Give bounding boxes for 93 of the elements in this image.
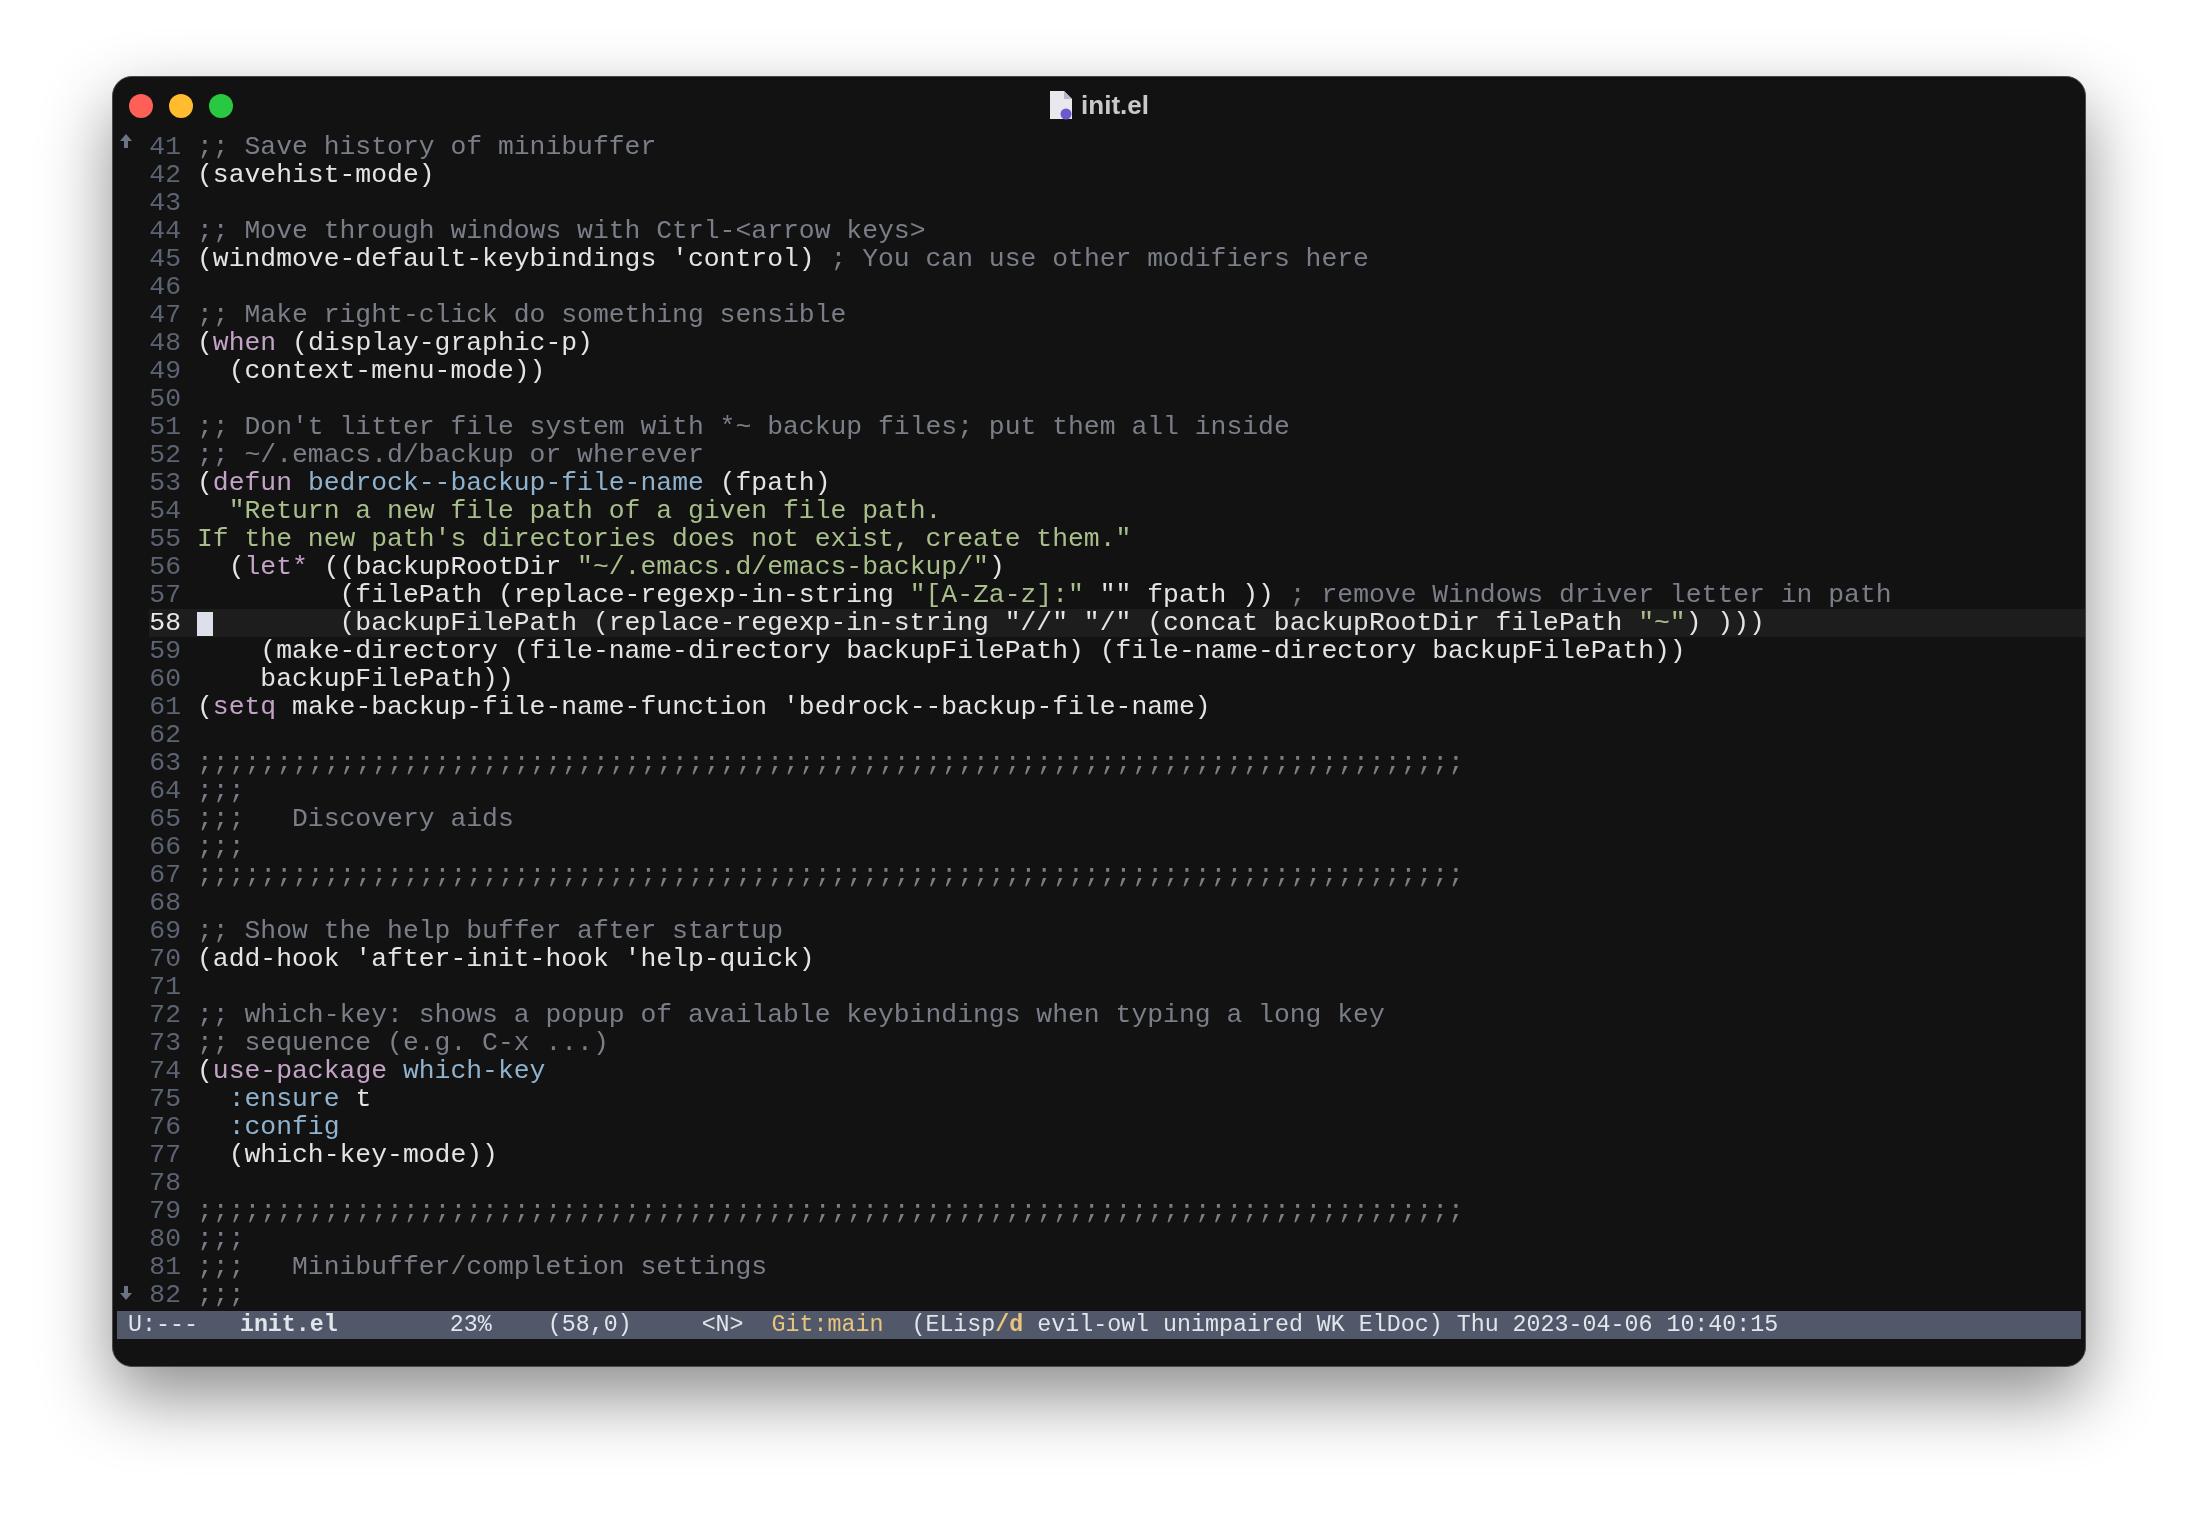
code-line: ;;; Discovery aids	[197, 805, 514, 833]
line-number: 59	[149, 637, 181, 665]
line-number: 65	[149, 805, 181, 833]
line-number: 43	[149, 189, 181, 217]
line-number: 79	[149, 1197, 181, 1225]
line-number: 56	[149, 553, 181, 581]
zoom-icon[interactable]	[209, 94, 233, 118]
line-number: 41	[149, 133, 181, 161]
code-line: (windmove-default-keybindings 'control) ; You can use other modifiers here	[197, 245, 1369, 273]
line-number: 78	[149, 1169, 181, 1197]
code-line: (defun bedrock--backup-file-name (fpath)	[197, 469, 831, 497]
code-line: ;; Don't litter file system with *~ backup files; put them all inside	[197, 413, 1290, 441]
code-line: ;; Show the help buffer after startup	[197, 917, 783, 945]
line-number: 46	[149, 273, 181, 301]
line-number: 57	[149, 581, 181, 609]
code-line: ;;;	[197, 1281, 245, 1309]
line-number: 47	[149, 301, 181, 329]
line-number: 49	[149, 357, 181, 385]
line-number: 76	[149, 1113, 181, 1141]
line-number: 48	[149, 329, 181, 357]
code-line: ;; ~/.emacs.d/backup or wherever	[197, 441, 704, 469]
code-line: (savehist-mode)	[197, 161, 435, 189]
line-number: 53	[149, 469, 181, 497]
code-line: (use-package which-key	[197, 1057, 546, 1085]
minimize-icon[interactable]	[169, 94, 193, 118]
line-number: 50	[149, 385, 181, 413]
mode-line-text: (ELisp/d evil-owl unimpaired WK ElDoc)	[911, 1311, 1443, 1339]
line-number: 54	[149, 497, 181, 525]
code-line: ;;;	[197, 777, 245, 805]
line-number: 81	[149, 1253, 181, 1281]
line-number: 61	[149, 693, 181, 721]
line-number: 66	[149, 833, 181, 861]
line-number: 44	[149, 217, 181, 245]
line-number: 62	[149, 721, 181, 749]
code-line: (which-key-mode))	[227, 1141, 498, 1169]
code-line: ;; Save history of minibuffer	[197, 133, 657, 161]
arrow-up-icon	[119, 133, 133, 149]
line-number: 71	[149, 973, 181, 1001]
mode-line-text: (58,0)	[547, 1311, 632, 1339]
arrow-down-icon	[119, 1285, 133, 1301]
code-line: (make-directory (file-name-directory backupFilePath) (file-name-directory backupFilePath))	[259, 637, 1686, 665]
line-number: 77	[149, 1141, 181, 1169]
code-line: (when (display-graphic-p)	[197, 329, 593, 357]
code-line: ;;;	[197, 833, 245, 861]
code-line: ;; Move through windows with Ctrl-<arrow keys>	[197, 217, 926, 245]
window-title: init.el	[1081, 88, 1149, 122]
code-line: ;;;	[197, 1225, 245, 1253]
line-number: 68	[149, 889, 181, 917]
line-number: 80	[149, 1225, 181, 1253]
code-line: ;; sequence (e.g. C-x ...)	[197, 1029, 609, 1057]
code-line: (filePath (replace-regexp-in-string "[A-Za-z]:" "" fpath )) ; remove Windows driver letter in path	[338, 581, 1892, 609]
line-number: 64	[149, 777, 181, 805]
line-number: 42	[149, 161, 181, 189]
line-number: 75	[149, 1085, 181, 1113]
mode-line-text: 23%	[449, 1311, 492, 1339]
text-cursor	[197, 612, 213, 636]
line-number: 72	[149, 1001, 181, 1029]
line-number: 45	[149, 245, 181, 273]
line-number: 70	[149, 945, 181, 973]
line-number: 55	[149, 525, 181, 553]
git-branch: Git:main	[771, 1311, 884, 1339]
close-icon[interactable]	[129, 94, 153, 118]
code-line: (let* ((backupRootDir "~/.emacs.d/emacs-backup/")	[227, 553, 1005, 581]
mode-line-text: U:---	[128, 1311, 198, 1339]
line-number: 67	[149, 861, 181, 889]
mode-line-text: Thu 2023-04-06 10:40:15	[1456, 1311, 1779, 1339]
code-line: ;; Make right-click do something sensible	[197, 301, 847, 329]
line-number: 73	[149, 1029, 181, 1057]
line-number: 63	[149, 749, 181, 777]
code-line: ;;;;;;;;;;;;;;;;;;;;;;;;;;;;;;;;;;;;;;;;;;;;;;;;;;;;;;;;;;;;;;;;;;;;;;;;;;;;;;;;	[197, 1197, 1464, 1225]
code-line: (context-menu-mode))	[227, 357, 546, 385]
document-icon	[1049, 90, 1074, 120]
line-number: 69	[149, 917, 181, 945]
code-line: backupFilePath))	[259, 665, 514, 693]
code-line: If the new path's directories does not exist, create them."	[197, 525, 1132, 553]
code-line: (setq make-backup-file-name-function 'bedrock--backup-file-name)	[197, 693, 1211, 721]
code-line: (backupFilePath (replace-regexp-in-string "//" "/" (concat backupRootDir filePath "~") )))	[338, 609, 1765, 637]
code-line: :config	[227, 1113, 340, 1141]
mode-line-text: <N>	[701, 1311, 744, 1339]
line-number: 82	[149, 1281, 181, 1309]
code-line: :ensure t	[227, 1085, 372, 1113]
buffer-name: init.el	[239, 1311, 338, 1339]
code-line: (add-hook 'after-init-hook 'help-quick)	[197, 945, 815, 973]
line-number: 60	[149, 665, 181, 693]
code-line: ;;; Minibuffer/completion settings	[197, 1253, 768, 1281]
code-line: ;;;;;;;;;;;;;;;;;;;;;;;;;;;;;;;;;;;;;;;;;;;;;;;;;;;;;;;;;;;;;;;;;;;;;;;;;;;;;;;;	[197, 749, 1464, 777]
line-number: 58	[149, 609, 181, 637]
line-number: 51	[149, 413, 181, 441]
code-line: ;; which-key: shows a popup of available keybindings when typing a long key	[197, 1001, 1385, 1029]
line-number: 52	[149, 441, 181, 469]
code-line: ;;;;;;;;;;;;;;;;;;;;;;;;;;;;;;;;;;;;;;;;;;;;;;;;;;;;;;;;;;;;;;;;;;;;;;;;;;;;;;;;	[197, 861, 1464, 889]
line-number: 74	[149, 1057, 181, 1085]
code-line: "Return a new file path of a given file path.	[227, 497, 942, 525]
